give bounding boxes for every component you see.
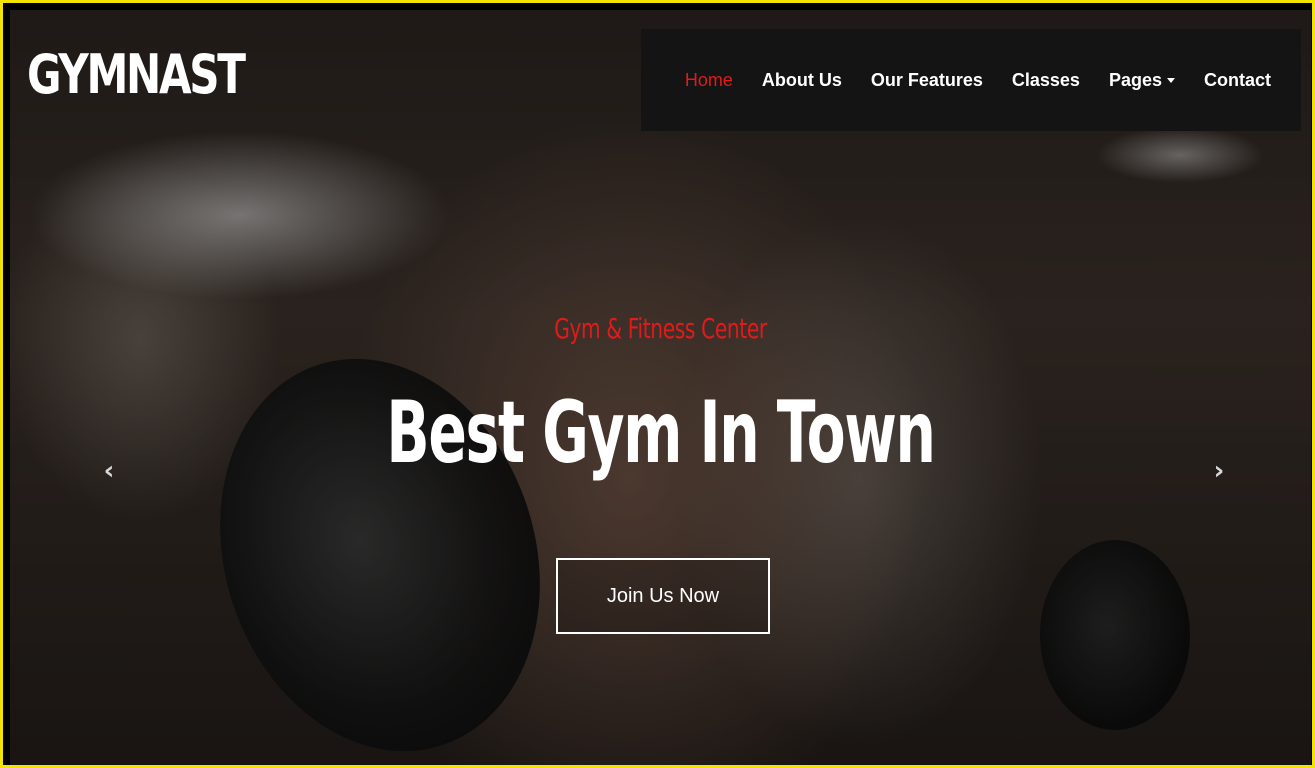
- carousel-prev-button[interactable]: ‹: [94, 456, 124, 486]
- nav-item-pages[interactable]: Pages: [1109, 70, 1175, 91]
- hero-subtitle: Gym & Fitness Center: [554, 312, 767, 345]
- chevron-right-icon: ›: [1213, 456, 1225, 486]
- hero-headline: Best Gym In Town: [386, 383, 935, 483]
- join-us-button-label: Join Us Now: [606, 584, 720, 607]
- nav-item-label: Our Features: [870, 69, 983, 90]
- nav-item-label: Home: [684, 69, 733, 90]
- hero-section: GYMNAST Home About Us Our Features Class…: [10, 10, 1311, 765]
- nav-item-home[interactable]: Home: [685, 70, 733, 91]
- nav-item-contact[interactable]: Contact: [1204, 70, 1271, 91]
- nav-item-classes[interactable]: Classes: [1012, 70, 1080, 91]
- nav-item-about-us[interactable]: About Us: [762, 70, 842, 91]
- caret-down-icon: [1167, 77, 1175, 83]
- nav-item-label: Classes: [1011, 69, 1080, 90]
- site-logo[interactable]: GYMNAST: [27, 48, 246, 102]
- chevron-left-icon: ‹: [103, 456, 115, 486]
- page-frame: GYMNAST Home About Us Our Features Class…: [0, 0, 1315, 768]
- nav-item-our-features[interactable]: Our Features: [871, 70, 983, 91]
- nav-item-label: Pages: [1108, 69, 1162, 90]
- nav-item-label: About Us: [761, 69, 842, 90]
- nav-item-label: Contact: [1204, 69, 1271, 90]
- main-navbar: Home About Us Our Features Classes Pages…: [641, 29, 1301, 131]
- join-us-button[interactable]: Join Us Now: [556, 558, 770, 634]
- carousel-next-button[interactable]: ›: [1204, 456, 1234, 486]
